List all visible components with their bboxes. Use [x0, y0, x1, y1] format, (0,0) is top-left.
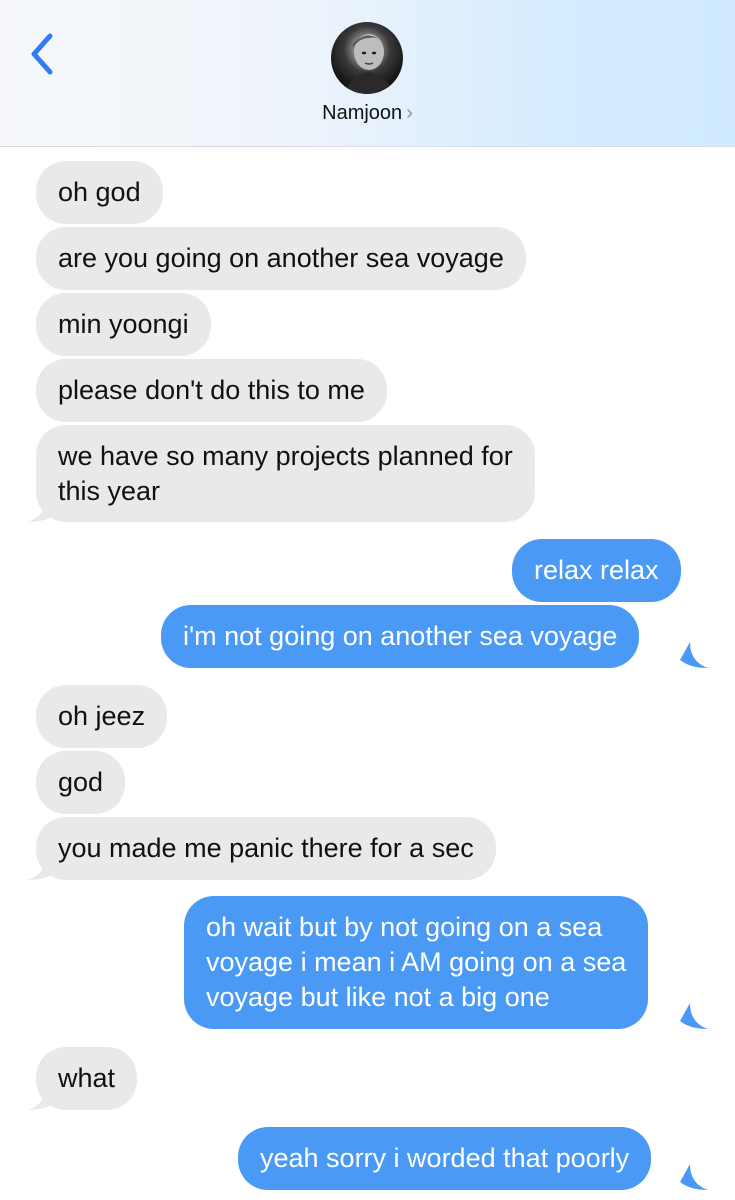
- message-bubble-sent: i'm not going on another sea voyage: [161, 605, 640, 668]
- message-text: please don't do this to me: [58, 375, 365, 405]
- avatar-photo: [345, 34, 393, 94]
- bubble-tail: [28, 1084, 56, 1110]
- message-bubble-sent: oh wait but by not going on a sea voyage…: [184, 896, 649, 1029]
- bubble-tail: [28, 854, 56, 880]
- messages-screen: Namjoon › oh god are you going on another…: [0, 0, 735, 1200]
- message-text: min yoongi: [58, 309, 189, 339]
- message-text-line: voyage i mean i AM going on a sea: [206, 947, 627, 977]
- message-text: oh jeez: [58, 701, 146, 731]
- message-text-line: this year: [58, 476, 161, 506]
- message-bubble-received: oh jeez: [36, 685, 168, 748]
- bubble-tail: [28, 496, 56, 522]
- message-text: what: [58, 1063, 116, 1093]
- message-bubble-sent: relax relax: [512, 539, 681, 602]
- message-text: i'm not going on another sea voyage: [183, 621, 618, 651]
- message-bubble-received: you made me panic there for a sec: [36, 817, 496, 880]
- contact-name: Namjoon: [322, 102, 403, 124]
- back-button[interactable]: [22, 28, 62, 80]
- message-bubble-received: min yoongi: [36, 293, 211, 356]
- bubble-tail: [680, 1164, 708, 1190]
- contact-name-button[interactable]: Namjoon ›: [0, 102, 735, 125]
- chevron-left-icon: [31, 33, 53, 75]
- message-text: relax relax: [534, 555, 659, 585]
- bubble-tail: [680, 642, 708, 668]
- message-bubble-received: please don't do this to me: [36, 359, 387, 422]
- bubble-tail: [680, 1003, 708, 1029]
- message-text-line: voyage but like not a big one: [206, 982, 550, 1012]
- message-bubble-received: oh god: [36, 161, 163, 224]
- message-bubble-received: god: [36, 751, 126, 814]
- avatar[interactable]: [331, 22, 403, 94]
- message-text: god: [58, 767, 104, 797]
- message-bubble-received: are you going on another sea voyage: [36, 227, 526, 290]
- message-bubble-sent: yeah sorry i worded that poorly: [238, 1127, 652, 1190]
- message-text: yeah sorry i worded that poorly: [260, 1143, 630, 1173]
- message-text: you made me panic there for a sec: [58, 833, 474, 863]
- chevron-right-icon: ›: [406, 102, 413, 124]
- message-text: are you going on another sea voyage: [58, 243, 504, 273]
- message-text: oh god: [58, 177, 141, 207]
- message-text-line: we have so many projects planned for: [58, 441, 513, 471]
- message-text-line: oh wait but by not going on a sea: [206, 912, 603, 942]
- message-bubble-received: we have so many projects planned for thi…: [36, 425, 535, 522]
- conversation-header: Namjoon ›: [0, 0, 735, 147]
